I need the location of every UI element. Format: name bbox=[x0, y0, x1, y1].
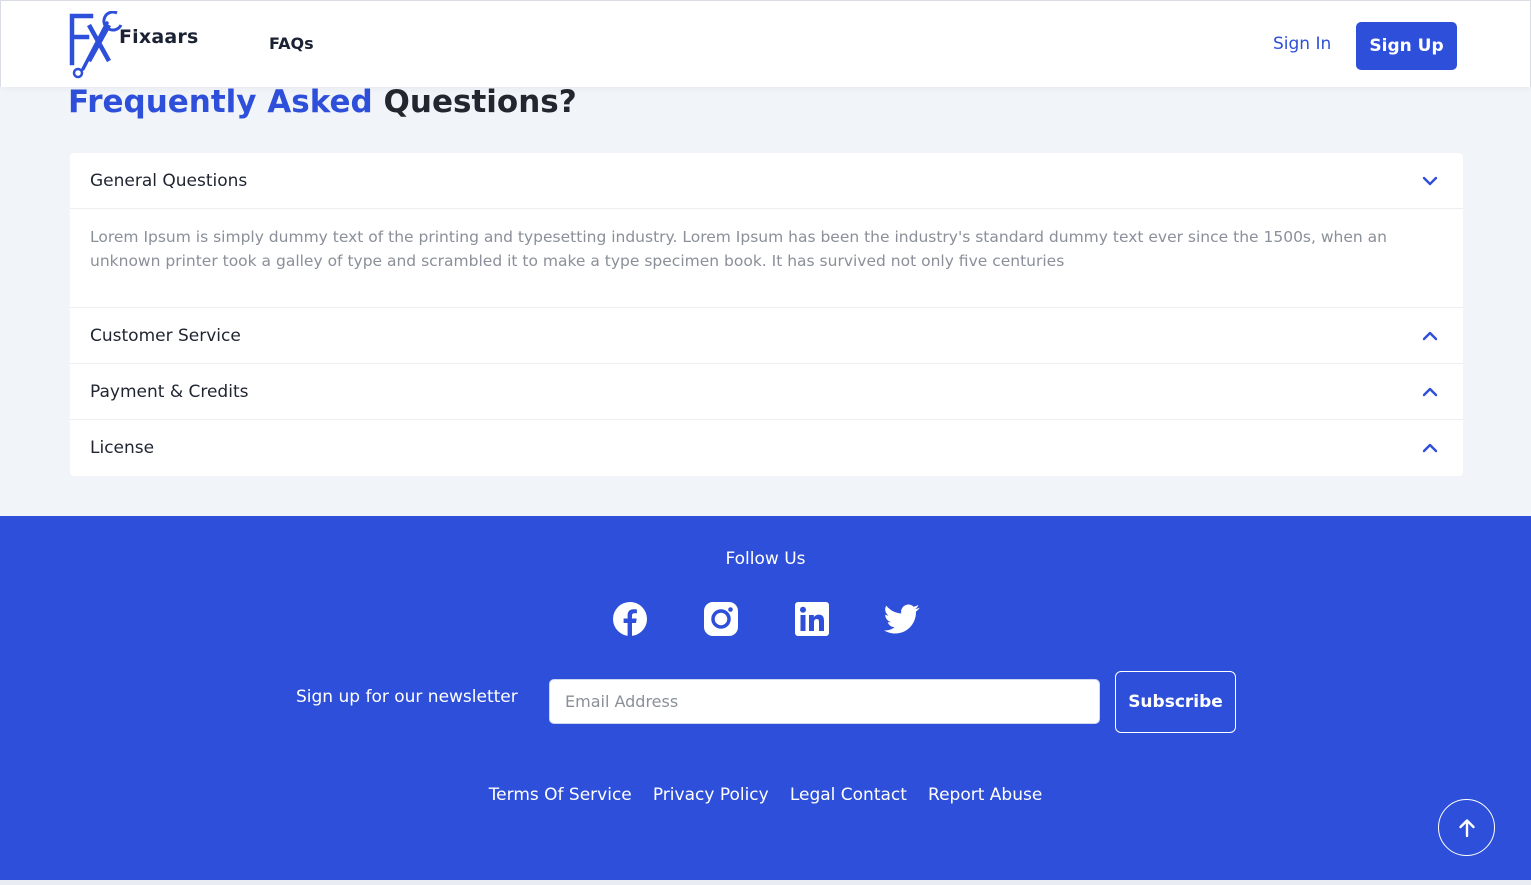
top-header: Fixaars FAQs Sign In Sign Up bbox=[0, 0, 1531, 87]
arrow-up-icon bbox=[1458, 818, 1475, 837]
nav-faqs-link[interactable]: FAQs bbox=[269, 34, 314, 53]
sign-in-link[interactable]: Sign In bbox=[1273, 34, 1331, 54]
subscribe-button[interactable]: Subscribe bbox=[1115, 671, 1236, 733]
report-abuse-link[interactable]: Report Abuse bbox=[928, 785, 1042, 805]
faq-header-payment-credits[interactable]: Payment & Credits bbox=[70, 364, 1463, 420]
logo[interactable]: Fixaars bbox=[69, 11, 198, 79]
newsletter-label: Sign up for our newsletter bbox=[296, 687, 518, 707]
bottom-strip bbox=[0, 880, 1531, 885]
twitter-icon[interactable] bbox=[883, 601, 920, 637]
chevron-down-icon[interactable] bbox=[1417, 168, 1443, 194]
faq-item-general: General Questions Lorem Ipsum is simply … bbox=[70, 153, 1463, 308]
faq-item-payment-credits: Payment & Credits bbox=[70, 364, 1463, 420]
faq-header-general[interactable]: General Questions bbox=[70, 153, 1463, 209]
chevron-up-icon[interactable] bbox=[1417, 435, 1443, 461]
logo-text: Fixaars bbox=[119, 26, 199, 48]
social-links bbox=[612, 601, 922, 637]
privacy-policy-link[interactable]: Privacy Policy bbox=[653, 785, 769, 805]
faq-accordion: General Questions Lorem Ipsum is simply … bbox=[70, 153, 1463, 476]
faq-label: Payment & Credits bbox=[90, 381, 249, 402]
faq-label: License bbox=[90, 438, 155, 458]
sign-up-button[interactable]: Sign Up bbox=[1356, 22, 1457, 70]
instagram-icon[interactable] bbox=[703, 601, 739, 637]
faq-header-license[interactable]: License bbox=[70, 420, 1463, 476]
back-to-top-button[interactable] bbox=[1438, 799, 1495, 856]
legal-contact-link[interactable]: Legal Contact bbox=[790, 785, 907, 805]
faq-item-customer-service: Customer Service bbox=[70, 308, 1463, 364]
page-title-accent: Frequently Asked bbox=[68, 84, 373, 120]
page-title: Frequently Asked Questions? bbox=[68, 84, 577, 120]
linkedin-icon[interactable] bbox=[794, 601, 830, 637]
page-title-rest: Questions? bbox=[383, 84, 577, 120]
email-field[interactable] bbox=[549, 679, 1100, 724]
faq-item-license: License bbox=[70, 420, 1463, 476]
faq-label: General Questions bbox=[90, 170, 248, 191]
faq-header-customer-service[interactable]: Customer Service bbox=[70, 308, 1463, 364]
faq-answer-general: Lorem Ipsum is simply dummy text of the … bbox=[70, 209, 1463, 308]
chevron-up-icon[interactable] bbox=[1417, 379, 1443, 405]
faq-label: Customer Service bbox=[90, 325, 241, 346]
terms-of-service-link[interactable]: Terms Of Service bbox=[489, 785, 632, 805]
footer-links: Terms Of Service Privacy Policy Legal Co… bbox=[0, 785, 1531, 805]
follow-us-heading: Follow Us bbox=[725, 549, 806, 569]
chevron-up-icon[interactable] bbox=[1417, 323, 1443, 349]
site-footer: Follow Us Sign up for our newsletter Ema… bbox=[0, 516, 1531, 880]
facebook-icon[interactable] bbox=[612, 601, 648, 637]
